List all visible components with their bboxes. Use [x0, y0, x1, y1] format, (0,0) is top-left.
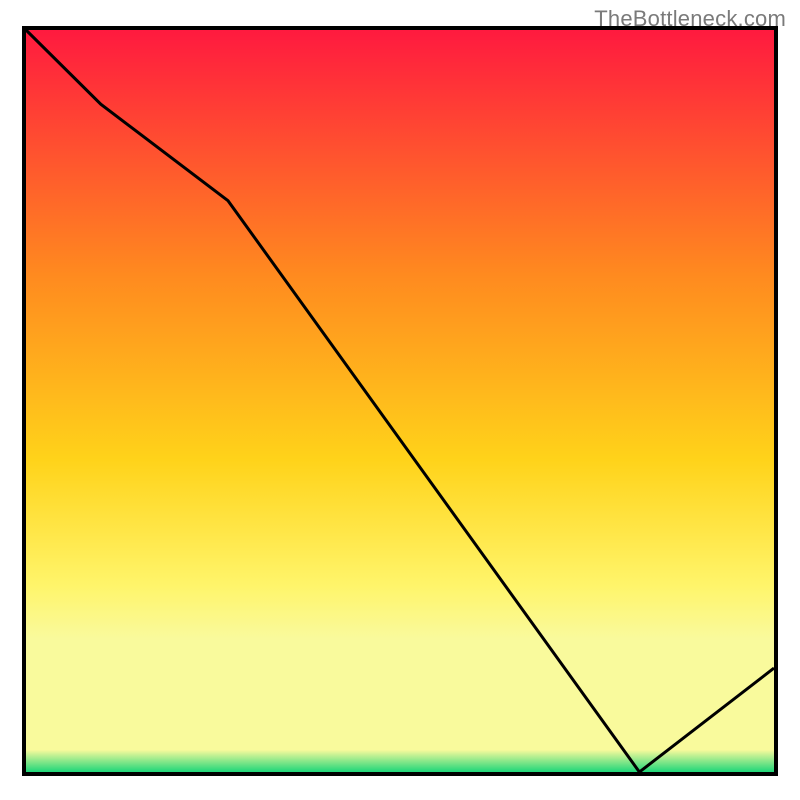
chart-container: TheBottleneck.com: [0, 0, 800, 800]
plot-area: [26, 30, 774, 772]
chart-svg: [0, 0, 800, 800]
source-attribution: TheBottleneck.com: [594, 6, 786, 32]
